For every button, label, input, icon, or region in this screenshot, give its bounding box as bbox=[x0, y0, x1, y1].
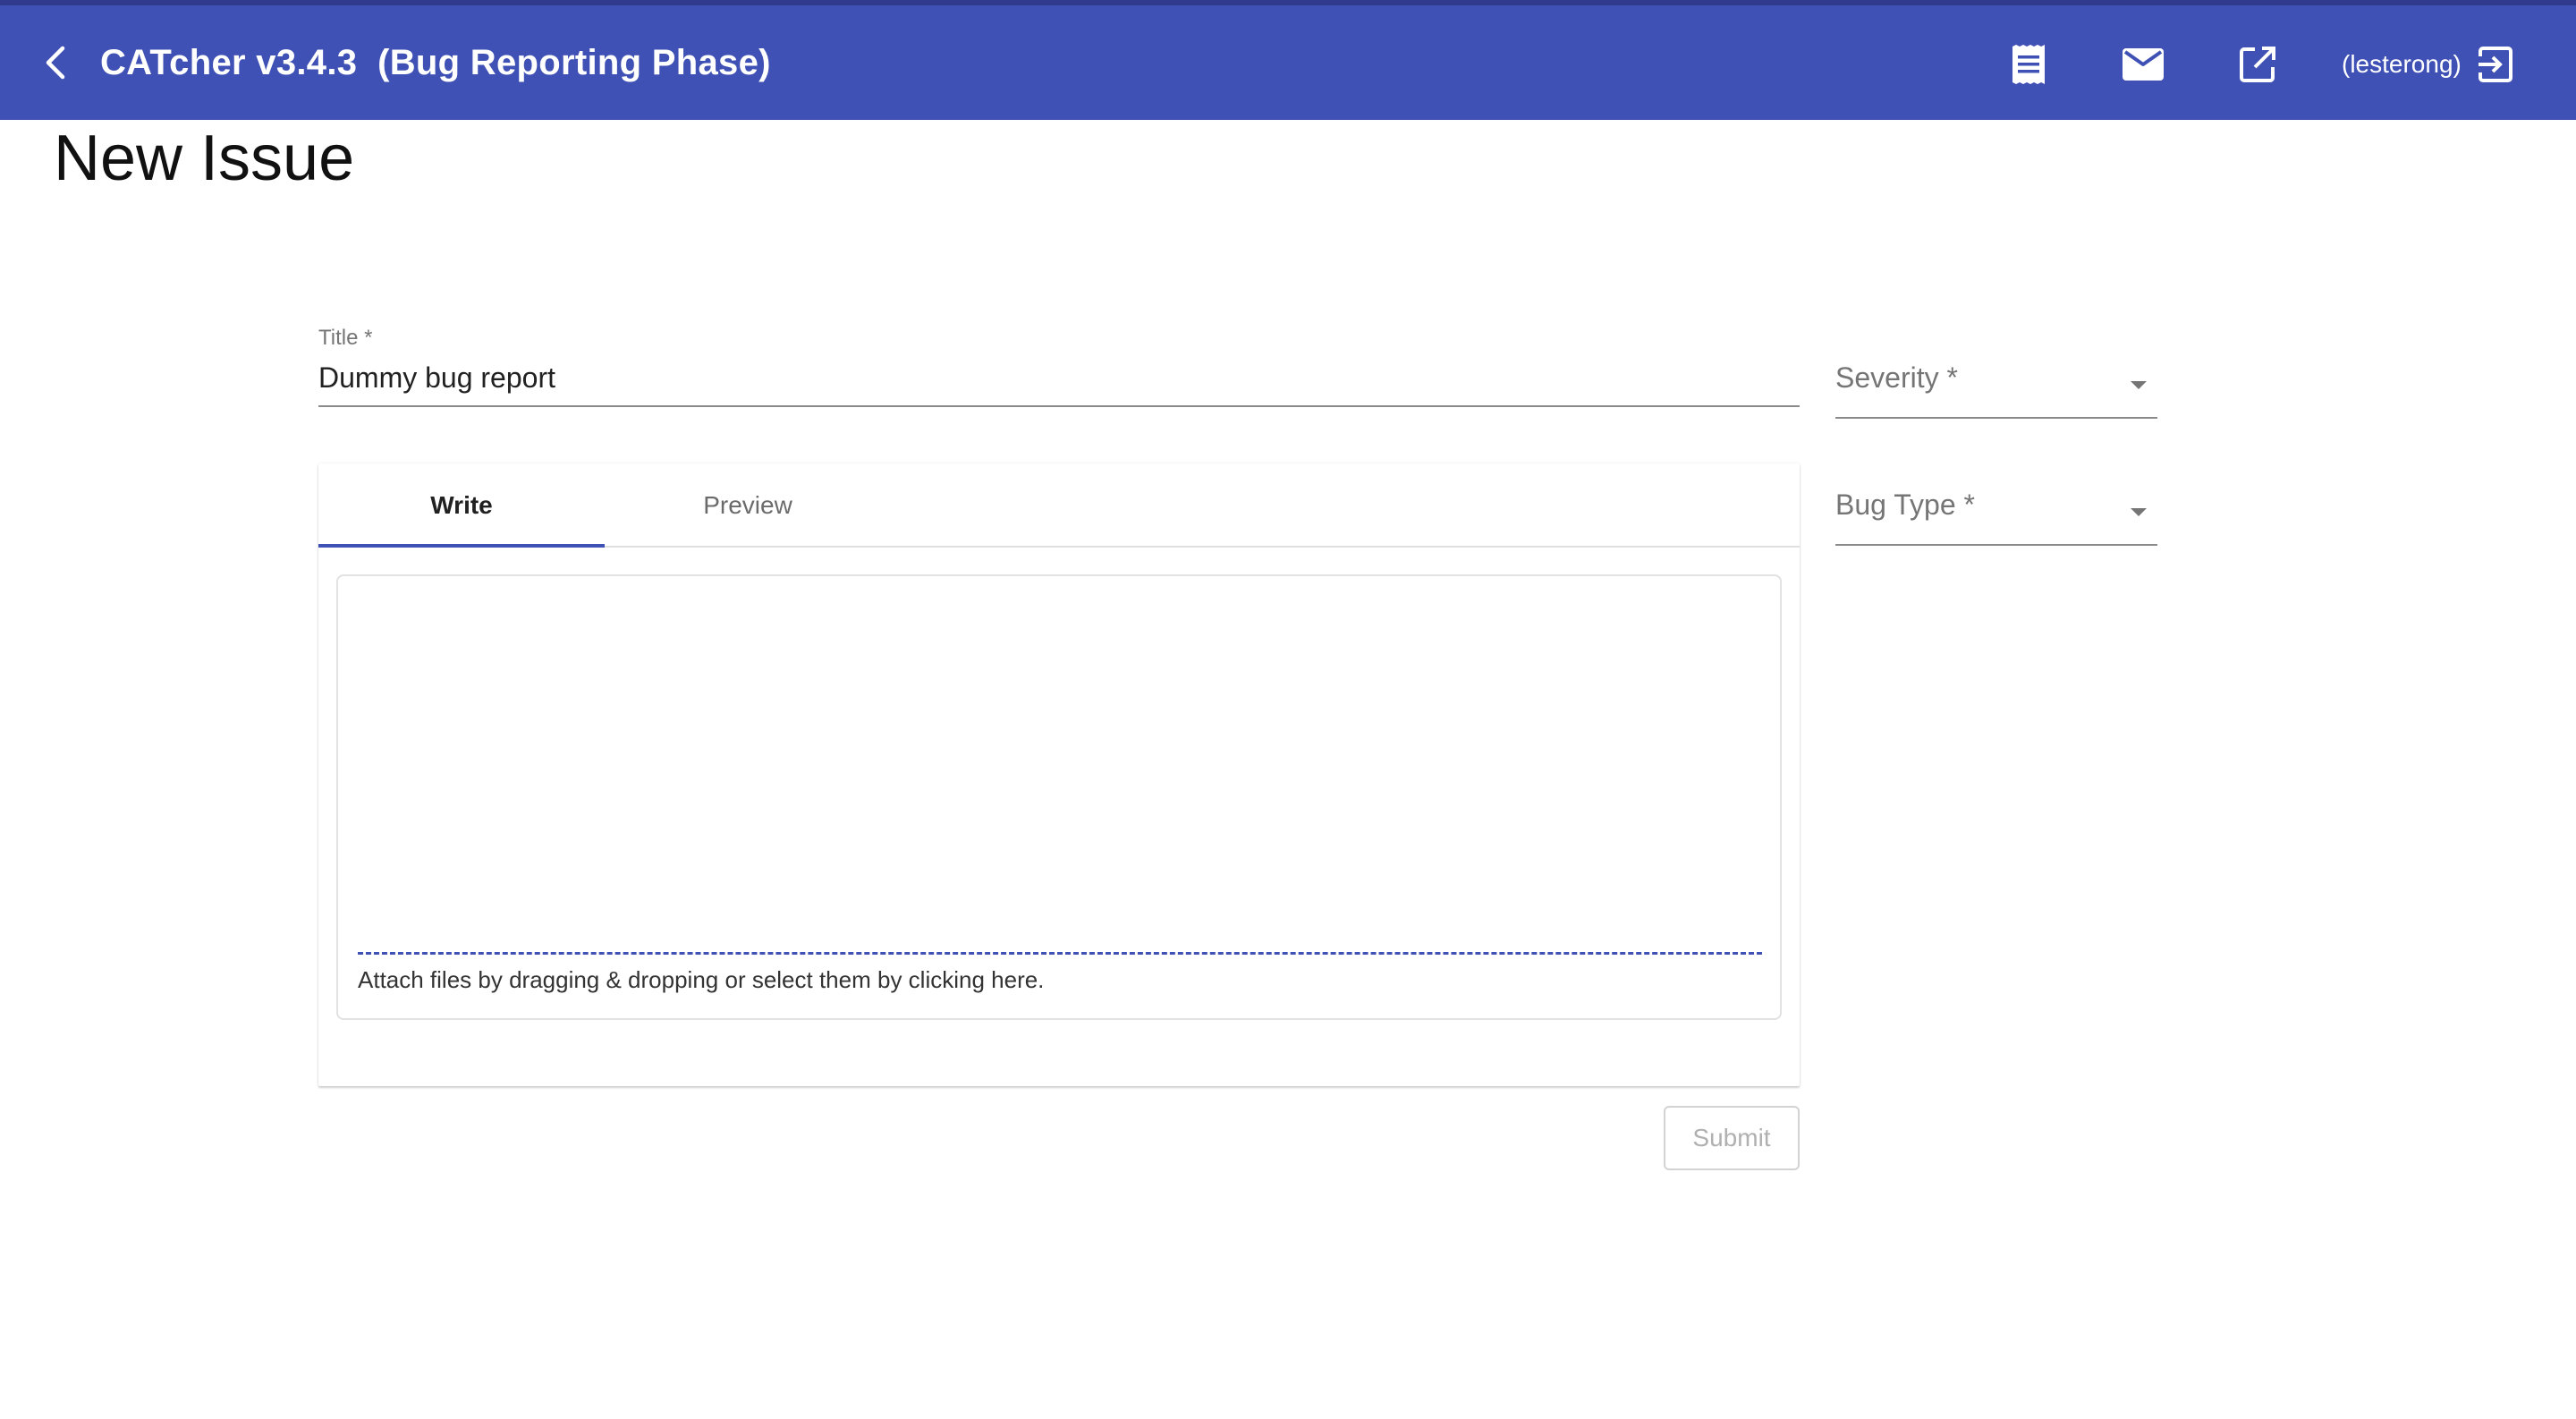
title-field-label: Title * bbox=[318, 326, 373, 350]
editor-tab-bar: Write Preview bbox=[318, 463, 1800, 548]
logout-button[interactable] bbox=[2472, 41, 2519, 88]
dropdown-arrow-icon bbox=[2131, 381, 2147, 389]
app-title: CATcher v3.4.3 (Bug Reporting Phase) bbox=[100, 43, 771, 82]
chevron-left-icon bbox=[46, 46, 65, 80]
file-dropzone-border bbox=[358, 952, 1762, 955]
issue-list-icon bbox=[2012, 45, 2045, 84]
mail-button[interactable] bbox=[2120, 41, 2166, 88]
description-editor-card: Write Preview Attach files by dragging &… bbox=[318, 463, 1800, 1086]
username-label: (lesterong) bbox=[2342, 50, 2462, 78]
active-tab-indicator bbox=[318, 544, 605, 548]
app-toolbar: CATcher v3.4.3 (Bug Reporting Phase) (le… bbox=[0, 5, 2576, 120]
issue-list-button[interactable] bbox=[2005, 41, 2052, 88]
back-button[interactable] bbox=[34, 41, 77, 84]
bug-type-underline bbox=[1835, 544, 2157, 546]
title-input[interactable]: Dummy bug report bbox=[318, 361, 555, 395]
severity-select-label: Severity * bbox=[1835, 361, 1958, 394]
open-external-icon bbox=[2240, 47, 2275, 82]
submit-button[interactable]: Submit bbox=[1664, 1106, 1800, 1170]
logout-icon bbox=[2479, 47, 2512, 82]
open-external-button[interactable] bbox=[2234, 41, 2281, 88]
file-dropzone-hint[interactable]: Attach files by dragging & dropping or s… bbox=[358, 966, 1044, 994]
page-title: New Issue bbox=[54, 123, 355, 194]
tab-preview[interactable]: Preview bbox=[605, 463, 891, 548]
description-textarea[interactable]: Attach files by dragging & dropping or s… bbox=[336, 574, 1782, 1020]
dropdown-arrow-icon bbox=[2131, 508, 2147, 516]
severity-select[interactable]: Severity * bbox=[1835, 361, 2157, 419]
bug-type-select-label: Bug Type * bbox=[1835, 489, 1975, 521]
severity-underline bbox=[1835, 417, 2157, 419]
mail-icon bbox=[2123, 48, 2164, 81]
tab-write[interactable]: Write bbox=[318, 463, 605, 548]
title-underline bbox=[318, 405, 1800, 407]
bug-type-select[interactable]: Bug Type * bbox=[1835, 489, 2157, 546]
